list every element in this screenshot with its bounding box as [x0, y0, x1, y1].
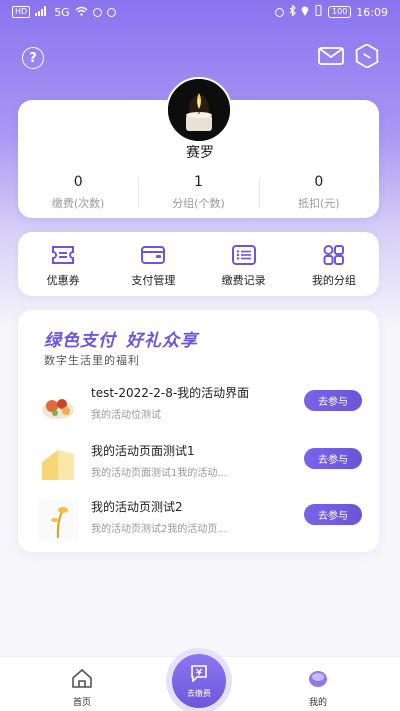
tab-mine[interactable]: 我的: [288, 667, 348, 708]
activity-description: 我的活动页面测试1我的活动...: [91, 468, 227, 479]
stat-value: 0: [314, 174, 324, 190]
wifi-icon: [75, 6, 88, 19]
tab-label: 我的: [308, 698, 327, 708]
quick-menu: 优惠券 支付管理 缴费记录 我的分组: [18, 232, 379, 296]
activity-item[interactable]: 我的活动页面测试1 我的活动页面测试1我的活动... 去参与: [38, 440, 362, 490]
hd-indicator: HD: [12, 6, 31, 18]
tab-pay[interactable]: 去缴费: [166, 648, 232, 711]
username: 赛罗: [186, 145, 214, 161]
activity-thumbnail: [38, 386, 78, 426]
list-icon: [231, 244, 257, 266]
wallet-icon: [140, 244, 166, 266]
home-icon: [70, 667, 94, 693]
avatar[interactable]: [166, 77, 232, 143]
stat-groups[interactable]: 1 分组(个数): [138, 172, 258, 216]
pay-button[interactable]: 去缴费: [172, 654, 226, 708]
promo-title: 绿色支付 好礼众享: [44, 326, 198, 351]
status-time: 16:09: [356, 5, 388, 19]
menu-item-label: 优惠券: [46, 274, 80, 287]
vibrate-icon: [314, 5, 323, 19]
menu-item-payment-records[interactable]: 缴费记录: [199, 232, 289, 296]
bluetooth-icon: [289, 4, 296, 19]
promo-card: 绿色支付 好礼众享 数字生活里的福利 test-2022-2-8-我的活动界面 我…: [18, 310, 379, 552]
join-button[interactable]: 去参与: [304, 448, 362, 469]
stat-label: 分组(个数): [172, 197, 225, 210]
alarm-icon: [275, 7, 285, 17]
menu-item-coupons[interactable]: 优惠券: [18, 232, 108, 296]
payment-icon: [189, 664, 209, 686]
activity-thumbnail: [38, 500, 78, 540]
coupon-icon: [50, 244, 76, 266]
menu-item-my-groups[interactable]: 我的分组: [289, 232, 379, 296]
menu-item-payment-management[interactable]: 支付管理: [108, 232, 198, 296]
join-button[interactable]: 去参与: [304, 504, 362, 525]
promo-subtitle: 数字生活里的福利: [44, 354, 140, 367]
help-icon[interactable]: ?: [22, 47, 44, 69]
menu-item-label: 缴费记录: [221, 274, 266, 287]
activity-item[interactable]: test-2022-2-8-我的活动界面 我的活动位测试 去参与: [38, 382, 362, 432]
mail-icon[interactable]: [318, 46, 344, 70]
activity-description: 我的活动位测试: [91, 410, 161, 421]
menu-item-label: 我的分组: [311, 274, 356, 287]
activity-description: 我的活动页测试2我的活动页...: [91, 524, 227, 535]
stat-value: 0: [73, 174, 83, 190]
activity-title: 我的活动页面测试1: [91, 444, 195, 458]
tab-label: 首页: [72, 698, 91, 708]
pay-label: 去缴费: [187, 688, 211, 698]
stat-payments[interactable]: 0 缴费(次数): [18, 172, 138, 216]
profile-stats: 0 缴费(次数) 1 分组(个数) 0 抵扣(元): [18, 172, 379, 216]
promo-title-part2: 好礼众享: [126, 331, 198, 351]
menu-item-label: 支付管理: [131, 274, 176, 287]
promo-title-part1: 绿色支付: [44, 331, 116, 351]
stat-label: 缴费(次数): [51, 197, 105, 210]
stat-label: 抵扣(元): [298, 197, 340, 210]
join-button[interactable]: 去参与: [304, 390, 362, 411]
activity-item[interactable]: 我的活动页测试2 我的活动页测试2我的活动页... 去参与: [38, 496, 362, 546]
activity-title: 我的活动页测试2: [91, 500, 183, 514]
location-icon: [301, 5, 309, 19]
activity-title: test-2022-2-8-我的活动界面: [91, 386, 250, 400]
chat-notification-icon: [106, 7, 116, 17]
network-type: 5G: [54, 5, 70, 19]
battery-indicator: 100: [328, 6, 352, 18]
settings-icon[interactable]: [354, 43, 380, 72]
status-bar: HD 5G 100 16:09: [0, 0, 400, 24]
stat-value: 1: [194, 174, 203, 190]
signal-icon: [35, 5, 49, 19]
tab-home[interactable]: 首页: [52, 667, 112, 708]
app-notification-icon: [92, 7, 102, 17]
grid-icon: [321, 244, 347, 266]
profile-icon: [306, 667, 330, 693]
activity-thumbnail: [38, 444, 78, 484]
stat-deduction[interactable]: 0 抵扣(元): [258, 172, 379, 216]
top-bar: ?: [0, 43, 400, 72]
